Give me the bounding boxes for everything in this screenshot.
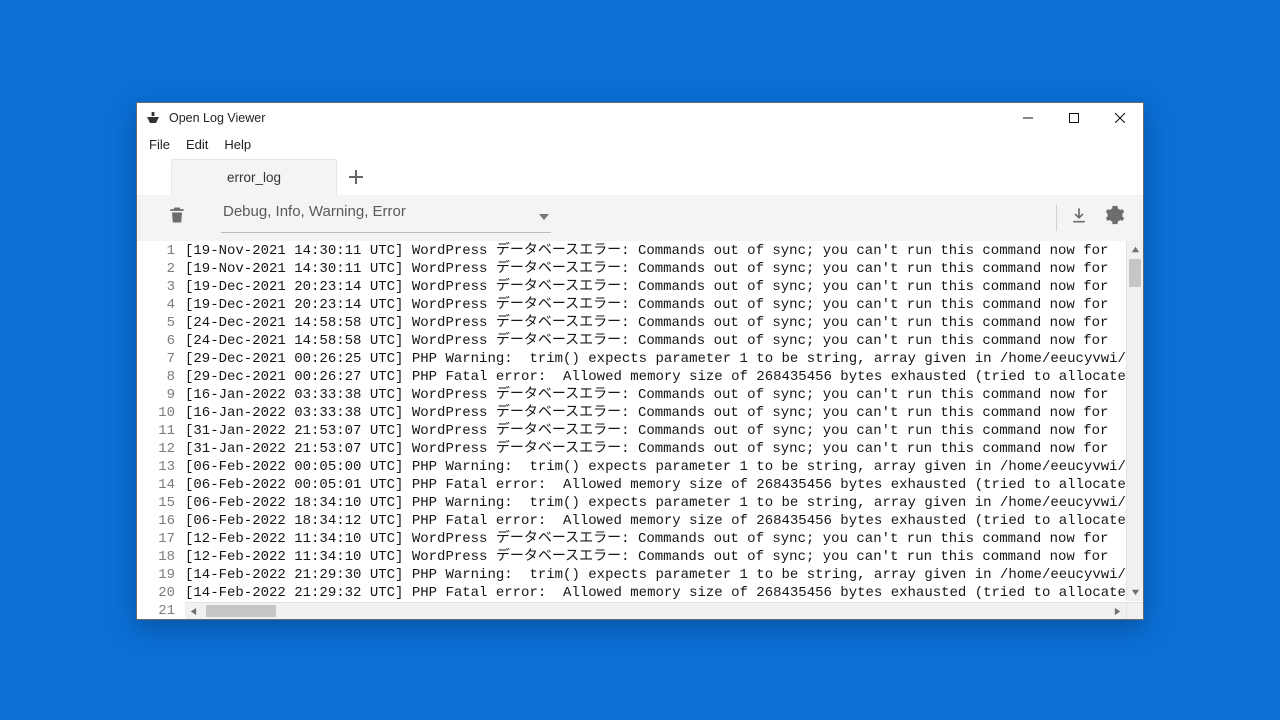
- scroll-to-bottom-button[interactable]: [1061, 200, 1097, 236]
- line-number: 15: [137, 494, 175, 512]
- log-line: [31-Jan-2022 21:53:07 UTC] WordPress データ…: [185, 422, 1143, 440]
- log-line: [29-Dec-2021 00:26:27 UTC] PHP Fatal err…: [185, 368, 1143, 386]
- log-line: [16-Jan-2022 03:33:38 UTC] WordPress データ…: [185, 404, 1143, 422]
- menu-edit[interactable]: Edit: [178, 135, 216, 154]
- hscroll-thumb[interactable]: [206, 605, 276, 617]
- toolbar-divider: [1056, 205, 1057, 231]
- log-line: [16-Jan-2022 03:33:38 UTC] WordPress データ…: [185, 386, 1143, 404]
- trash-icon: [167, 205, 187, 230]
- vertical-scrollbar[interactable]: [1126, 241, 1143, 601]
- line-number: 4: [137, 296, 175, 314]
- line-number: 20: [137, 584, 175, 602]
- line-number: 11: [137, 422, 175, 440]
- new-tab-button[interactable]: [337, 159, 375, 195]
- line-number: 8: [137, 368, 175, 386]
- log-line: [06-Feb-2022 18:34:12 UTC] PHP Fatal err…: [185, 512, 1143, 530]
- horizontal-scrollbar[interactable]: [185, 602, 1126, 619]
- scroll-up-button[interactable]: [1127, 241, 1144, 258]
- log-line: [24-Dec-2021 14:58:58 UTC] WordPress データ…: [185, 332, 1143, 350]
- clear-log-button[interactable]: [159, 200, 195, 236]
- line-number: 21: [137, 602, 175, 619]
- line-number: 16: [137, 512, 175, 530]
- log-line: [19-Dec-2021 20:23:14 UTC] WordPress データ…: [185, 296, 1143, 314]
- log-line: [12-Feb-2022 11:34:10 UTC] WordPress データ…: [185, 530, 1143, 548]
- log-line: [06-Feb-2022 18:34:10 UTC] PHP Warning: …: [185, 494, 1143, 512]
- window-maximize-button[interactable]: [1051, 103, 1097, 133]
- chevron-down-icon: [539, 209, 549, 226]
- line-number: 6: [137, 332, 175, 350]
- toolbar: Debug, Info, Warning, Error: [137, 195, 1143, 241]
- line-number: 9: [137, 386, 175, 404]
- menu-file[interactable]: File: [141, 135, 178, 154]
- line-number: 2: [137, 260, 175, 278]
- app-icon: [145, 110, 161, 126]
- log-line: [14-Feb-2022 21:29:32 UTC] PHP Fatal err…: [185, 584, 1143, 602]
- log-line: [19-Nov-2021 14:30:11 UTC] WordPress データ…: [185, 242, 1143, 260]
- line-number-gutter: 123456789101112131415161718192021: [137, 241, 185, 619]
- line-number: 3: [137, 278, 175, 296]
- line-number: 1: [137, 242, 175, 260]
- window-close-button[interactable]: [1097, 103, 1143, 133]
- vscroll-thumb[interactable]: [1129, 259, 1141, 287]
- level-filter-dropdown[interactable]: Debug, Info, Warning, Error: [221, 203, 551, 233]
- level-filter-label: Debug, Info, Warning, Error: [223, 203, 406, 220]
- gear-icon: [1105, 205, 1125, 230]
- tab-active[interactable]: error_log: [171, 159, 337, 195]
- log-line: [19-Dec-2021 20:23:14 UTC] WordPress データ…: [185, 278, 1143, 296]
- titlebar[interactable]: Open Log Viewer: [137, 103, 1143, 133]
- line-number: 7: [137, 350, 175, 368]
- scroll-right-button[interactable]: [1109, 603, 1126, 620]
- line-number: 17: [137, 530, 175, 548]
- line-number: 5: [137, 314, 175, 332]
- log-line: [14-Feb-2022 21:29:30 UTC] PHP Warning: …: [185, 566, 1143, 584]
- menu-help[interactable]: Help: [216, 135, 259, 154]
- line-number: 18: [137, 548, 175, 566]
- scroll-down-button[interactable]: [1127, 584, 1144, 601]
- menubar: File Edit Help: [137, 133, 1143, 157]
- line-number: 14: [137, 476, 175, 494]
- log-line: [24-Dec-2021 14:58:58 UTC] WordPress データ…: [185, 314, 1143, 332]
- line-number: 19: [137, 566, 175, 584]
- vscroll-track[interactable]: [1127, 258, 1143, 584]
- log-line: [06-Feb-2022 00:05:01 UTC] PHP Fatal err…: [185, 476, 1143, 494]
- line-number: 13: [137, 458, 175, 476]
- log-line: [31-Jan-2022 21:53:07 UTC] WordPress データ…: [185, 440, 1143, 458]
- tabstrip: error_log: [137, 157, 1143, 195]
- window-minimize-button[interactable]: [1005, 103, 1051, 133]
- hscroll-track[interactable]: [202, 603, 1109, 619]
- log-line: [29-Dec-2021 00:26:25 UTC] PHP Warning: …: [185, 350, 1143, 368]
- scrollbar-corner: [1126, 602, 1143, 619]
- app-window: Open Log Viewer File Edit Help error_log: [136, 102, 1144, 620]
- log-lines: [19-Nov-2021 14:30:11 UTC] WordPress データ…: [185, 241, 1143, 619]
- window-title: Open Log Viewer: [169, 111, 265, 125]
- line-number: 12: [137, 440, 175, 458]
- log-line: [12-Feb-2022 11:34:10 UTC] WordPress データ…: [185, 548, 1143, 566]
- log-line: [19-Nov-2021 14:30:11 UTC] WordPress データ…: [185, 260, 1143, 278]
- download-icon: [1069, 205, 1089, 230]
- tab-label: error_log: [227, 170, 281, 185]
- log-view[interactable]: 123456789101112131415161718192021 [19-No…: [137, 241, 1143, 619]
- line-number: 10: [137, 404, 175, 422]
- log-line: [06-Feb-2022 00:05:00 UTC] PHP Warning: …: [185, 458, 1143, 476]
- scroll-left-button[interactable]: [185, 603, 202, 620]
- settings-button[interactable]: [1097, 200, 1133, 236]
